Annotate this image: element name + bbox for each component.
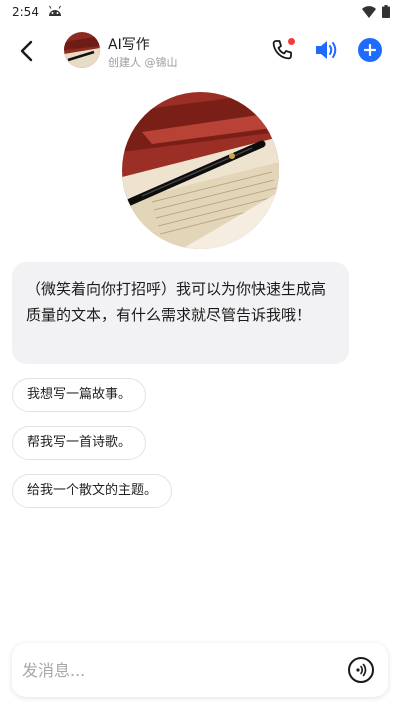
greeting-message: （微笑着向你打招呼）我可以为你快速生成高质量的文本，有什么需求就尽管告诉我哦！ <box>12 262 349 364</box>
bot-creator[interactable]: 创建人 @锦山 <box>108 54 178 70</box>
status-bar: 2:54 <box>0 0 400 24</box>
suggestion-chip[interactable]: 帮我写一首诗歌。 <box>12 426 147 460</box>
bot-name: AI写作 <box>108 37 150 53</box>
bot-hero-image <box>122 92 279 249</box>
battery-icon <box>382 5 390 21</box>
back-arrow-icon <box>20 40 33 62</box>
status-indicators <box>362 5 390 21</box>
message-input[interactable] <box>22 653 332 687</box>
voice-wave-icon <box>356 663 367 677</box>
speaker-icon <box>316 41 337 59</box>
back-button[interactable] <box>12 36 40 66</box>
add-button[interactable] <box>358 38 382 62</box>
call-notification-dot <box>288 38 295 45</box>
message-composer <box>12 643 388 697</box>
chat-header: AI写作 创建人 @锦山 <box>0 28 400 74</box>
speaker-button[interactable] <box>314 38 340 64</box>
status-time: 2:54 <box>12 5 39 19</box>
suggestion-chip[interactable]: 我想写一篇故事。 <box>12 378 147 412</box>
android-icon <box>47 5 63 20</box>
suggestion-chip[interactable]: 给我一个散文的主题。 <box>12 474 173 508</box>
voice-input-button[interactable] <box>348 657 374 683</box>
call-button[interactable] <box>270 38 296 64</box>
plus-icon <box>364 44 376 56</box>
bot-avatar[interactable] <box>64 32 100 68</box>
wifi-icon <box>362 5 376 21</box>
